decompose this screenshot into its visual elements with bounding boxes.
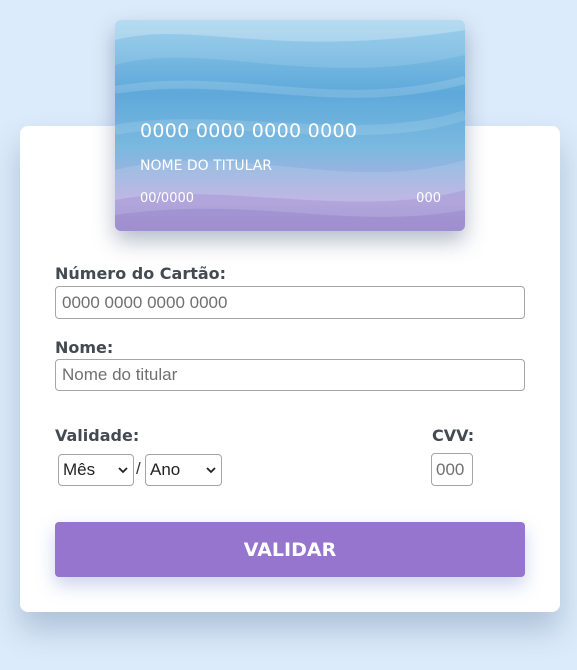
- cvv-label: CVV:: [432, 426, 475, 445]
- card-expiry-display: 00/0000: [140, 191, 195, 206]
- credit-card-preview: 0000 0000 0000 0000 NOME DO TITULAR 00/0…: [115, 20, 465, 231]
- validate-button[interactable]: VALIDAR: [55, 522, 525, 577]
- chevron-down-icon: [206, 467, 216, 474]
- year-select[interactable]: Ano: [145, 454, 222, 486]
- page: 0000 0000 0000 0000 NOME DO TITULAR 00/0…: [0, 0, 577, 670]
- cvv-input[interactable]: [431, 453, 473, 486]
- expiry-separator: /: [136, 459, 141, 478]
- expiry-label: Validade:: [55, 426, 140, 445]
- year-select-value: Ano: [150, 460, 181, 479]
- card-number-input[interactable]: [55, 286, 525, 319]
- name-label: Nome:: [55, 338, 114, 357]
- month-select[interactable]: Mês: [58, 454, 134, 486]
- month-select-value: Mês: [63, 460, 96, 479]
- card-cvv-display: 000: [416, 191, 441, 206]
- card-holder-display: NOME DO TITULAR: [140, 158, 273, 174]
- chevron-down-icon: [118, 467, 128, 474]
- name-input[interactable]: [55, 359, 525, 391]
- card-number-label: Número do Cartão:: [55, 264, 227, 283]
- card-number-display: 0000 0000 0000 0000: [140, 120, 358, 142]
